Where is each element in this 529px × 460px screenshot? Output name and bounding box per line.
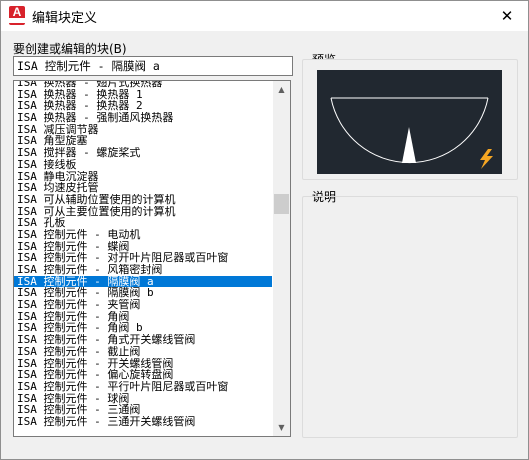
block-list-item[interactable]: ISA 控制元件 - 夹管阀 <box>14 299 272 311</box>
block-list: ISA 换热器 - 翅片式换热器 ISA 换热器 - 换热器 1 ISA 换热器 -… <box>14 81 272 428</box>
block-list-item[interactable]: ISA 控制元件 - 截止阀 <box>14 346 272 358</box>
block-preview-drawing <box>330 97 493 169</box>
block-name-input[interactable]: ISA 控制元件 - 隔膜阀 a <box>13 56 293 76</box>
block-list-item[interactable]: ISA 控制元件 - 开关螺线管阀 <box>14 358 272 370</box>
block-list-item[interactable]: ISA 可从辅助位置使用的计算机 <box>14 194 272 206</box>
edit-block-definition-dialog: A 编辑块定义 ✕ 要创建或编辑的块(B) ISA 控制元件 - 隔膜阀 a I… <box>0 0 529 460</box>
title-bar: A 编辑块定义 ✕ <box>1 1 528 31</box>
block-list-item[interactable]: ISA 换热器 - 换热器 2 <box>14 100 272 112</box>
autocad-app-icon: A <box>9 5 25 25</box>
block-list-item[interactable]: ISA 控制元件 - 风箱密封阀 <box>14 264 272 276</box>
block-list-item[interactable]: ISA 控制元件 - 隔膜阀 b <box>14 287 272 299</box>
chevron-down-icon: ▼ <box>278 423 285 432</box>
block-list-label: 要创建或编辑的块(B) <box>13 42 127 56</box>
preview-panel <box>302 59 518 180</box>
block-list-item[interactable]: ISA 孔板 <box>14 217 272 229</box>
block-list-item[interactable]: ISA 换热器 - 换热器 1 <box>14 89 272 101</box>
block-list-item[interactable]: ISA 换热器 - 强制通风换热器 <box>14 112 272 124</box>
block-list-item[interactable]: ISA 控制元件 - 角阀 b <box>14 322 272 334</box>
block-list-item[interactable]: ISA 控制元件 - 电动机 <box>14 229 272 241</box>
block-list-item[interactable]: ISA 控制元件 - 蝶阀 <box>14 241 272 253</box>
scroll-down-button[interactable]: ▼ <box>273 419 290 436</box>
block-list-item[interactable]: ISA 控制元件 - 球阀 <box>14 393 272 405</box>
block-list-item[interactable]: ISA 接线板 <box>14 159 272 171</box>
close-icon: ✕ <box>500 7 514 25</box>
valve-triangle <box>402 127 416 163</box>
block-list-item[interactable]: ISA 搅拌器 - 螺旋桨式 <box>14 147 272 159</box>
block-list-item[interactable]: ISA 控制元件 - 角式开关螺线管阀 <box>14 334 272 346</box>
block-list-item[interactable]: ISA 可从主要位置使用的计算机 <box>14 206 272 218</box>
block-list-item[interactable]: ISA 控制元件 - 角阀 <box>14 311 272 323</box>
window-title: 编辑块定义 <box>32 11 98 26</box>
scroll-thumb[interactable] <box>274 194 289 214</box>
block-list-item[interactable]: ISA 控制元件 - 三通开关螺线管阀 <box>14 416 272 428</box>
preview-canvas <box>317 70 502 174</box>
scroll-up-button[interactable]: ▲ <box>273 81 290 98</box>
block-list-item[interactable]: ISA 控制元件 - 偏心旋转盘阀 <box>14 369 272 381</box>
lightning-bolt-icon <box>480 149 493 169</box>
app-icon-letter: A <box>12 5 22 19</box>
block-list-item[interactable]: ISA 减压调节器 <box>14 124 272 136</box>
close-button[interactable]: ✕ <box>486 1 528 31</box>
block-list-item[interactable]: ISA 换热器 - 翅片式换热器 <box>14 81 272 89</box>
block-list-item[interactable]: ISA 静电沉淀器 <box>14 171 272 183</box>
block-list-item[interactable]: ISA 控制元件 - 平行叶片阻尼器或百叶窗 <box>14 381 272 393</box>
block-list-item[interactable]: ISA 均速皮托管 <box>14 182 272 194</box>
vertical-scrollbar[interactable]: ▲ ▼ <box>273 81 290 436</box>
block-list-item[interactable]: ISA 角型旋塞 <box>14 135 272 147</box>
block-list-item[interactable]: ISA 控制元件 - 隔膜阀 a <box>14 275 272 288</box>
description-panel <box>302 196 518 438</box>
block-list-item[interactable]: ISA 控制元件 - 对开叶片阻尼器或百叶窗 <box>14 252 272 264</box>
chevron-up-icon: ▲ <box>278 85 285 94</box>
block-listbox[interactable]: ISA 换热器 - 翅片式换热器 ISA 换热器 - 换热器 1 ISA 换热器 -… <box>13 80 291 437</box>
block-list-item[interactable]: ISA 控制元件 - 三通阀 <box>14 404 272 416</box>
